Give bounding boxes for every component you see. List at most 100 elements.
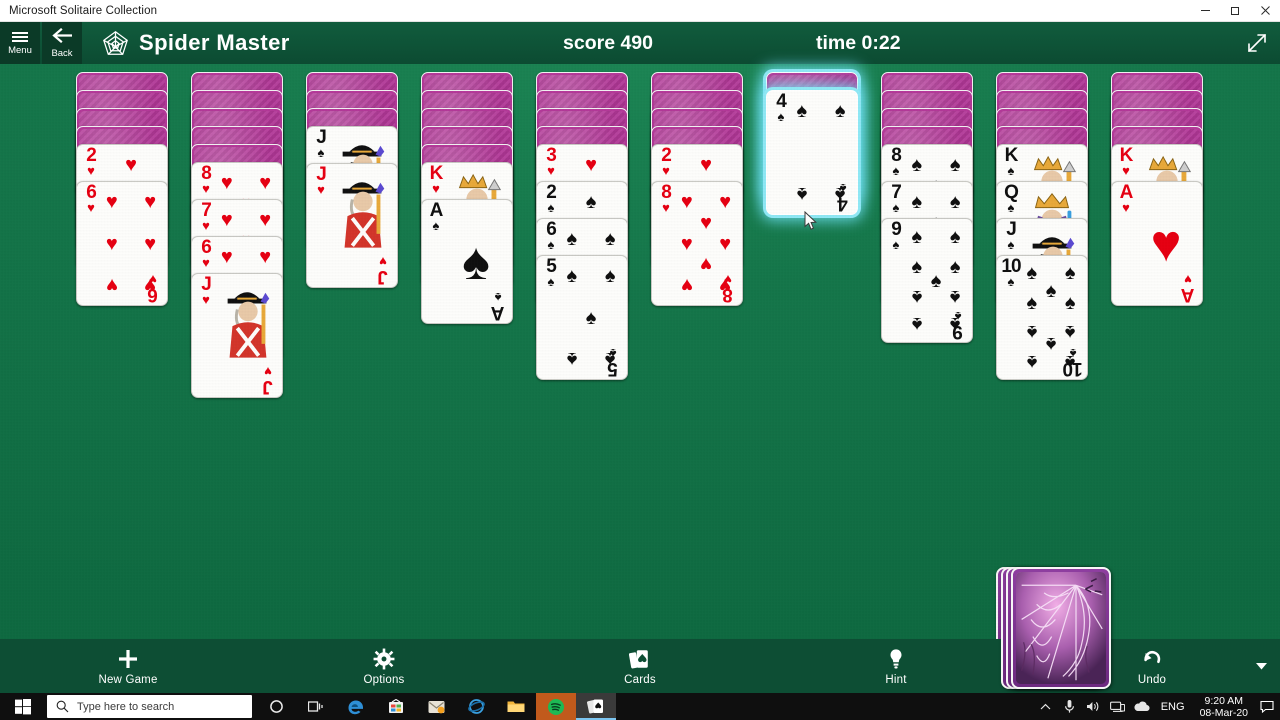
undo-arrow-icon [1141,647,1163,671]
card-rank-index: 9 ♠ [891,219,902,252]
card-rank-index: J ♥ [316,164,327,197]
card-rank-index: K ♥ [429,163,444,196]
chevron-down-icon[interactable] [1248,639,1274,693]
taskbar-app-list [256,693,616,720]
close-button[interactable] [1250,0,1280,22]
gear-icon [373,647,395,671]
system-tray: ENG 9:20 AM 08-Mar-20 [1034,693,1280,720]
start-button[interactable] [0,693,46,720]
card-rank-index: 8 ♠ [891,145,902,178]
cards-button[interactable]: Cards [512,639,768,693]
window-title-bar: Microsoft Solitaire Collection [0,0,1280,22]
options-button-label: Options [363,673,405,686]
card-rank-index: 6 ♥ [86,182,97,215]
game-table[interactable]: 2♥♥♥ 6♥♥♥♥♥♥♥ 6♥ 8♥♥♥♥♥♥♥♥♥ 7♥♥♥♥♥♥♥♥ 6♥… [0,64,1280,689]
options-button[interactable]: Options [256,639,512,693]
playing-card[interactable]: A ♥ ♥ A ♥ [1111,181,1203,306]
card-rank-index: 6 ♥ [201,237,212,270]
task-view-icon[interactable] [296,693,336,720]
stock-card[interactable] [1011,567,1111,689]
card-rank-index-bottom: A ♥ [1181,272,1195,305]
card-rank-index: 3 ♥ [546,145,557,178]
expand-fullscreen-button[interactable] [1242,28,1272,58]
clock-date: 08-Mar-20 [1199,706,1248,719]
lightbulb-icon [885,647,907,671]
windows-logo-icon [15,698,31,714]
card-rank-index: 10 ♠ [1001,256,1021,289]
playing-card[interactable]: J ♥ J ♥ [306,163,398,288]
search-icon [56,700,69,713]
card-rank-index-bottom: 8 ♥ [723,272,733,305]
score-display: score 490 [563,32,653,54]
playing-card[interactable]: 6 ♥ ♥ ♥ ♥ ♥ ♥ ♥ 6 ♥ [76,181,168,306]
undo-button-label: Undo [1137,673,1167,686]
card-rank-index: 2 ♥ [661,145,672,178]
mail-icon[interactable] [416,693,456,720]
card-rank-index: 4 ♠ [776,91,787,124]
action-center-icon[interactable] [1256,693,1278,720]
card-rank-index: 8 ♥ [201,163,212,196]
plus-icon [117,647,139,671]
card-rank-index-bottom: J ♥ [378,254,388,287]
cards-button-label: Cards [624,673,656,686]
language-indicator[interactable]: ENG [1154,693,1192,720]
card-rank-index: 8 ♥ [661,182,672,215]
playing-card[interactable]: A ♠ ♠ A ♠ [421,199,513,324]
new-game-button[interactable]: New Game [0,639,256,693]
window-title: Microsoft Solitaire Collection [9,4,158,17]
card-rank-index-bottom: 4 ♠ [838,181,848,214]
playing-card[interactable]: 10 ♠ ♠ ♠ ♠ ♠ ♠ ♠ ♠ ♠ ♠ ♠ 10 ♠ [996,255,1088,380]
spider-web-card-back [1016,572,1106,684]
cards-icon [629,647,651,671]
playing-card[interactable]: 8 ♥ ♥ ♥ ♥ ♥ ♥ ♥ ♥ ♥ 8 ♥ [651,181,743,306]
microphone-icon[interactable] [1058,693,1082,720]
show-hidden-icons-button[interactable] [1034,693,1058,720]
spider-web-icon [102,30,129,57]
hint-button[interactable]: Hint [768,639,1024,693]
card-rank-index: 2 ♥ [86,145,97,178]
minimize-button[interactable] [1190,0,1220,22]
card-rank-index: 6 ♠ [546,219,557,252]
time-display: time 0:22 [816,32,901,54]
solitaire-icon[interactable] [576,693,616,720]
internet-explorer-icon[interactable] [456,693,496,720]
playing-card[interactable]: 5 ♠ ♠ ♠ ♠ ♠ ♠ 5 ♠ [536,255,628,380]
card-rank-index: J ♠ [316,127,327,160]
back-arrow-icon [52,27,73,47]
onedrive-icon[interactable] [1130,693,1154,720]
back-button[interactable]: Back [42,22,82,64]
network-icon[interactable] [1106,693,1130,720]
search-input[interactable]: Type here to search [47,695,252,718]
clock-time: 9:20 AM [1204,694,1244,707]
card-rank-index: K ♥ [1119,145,1134,178]
card-rank-index: 5 ♠ [546,256,557,289]
card-rank-index-bottom: 10 ♠ [1063,346,1083,379]
solitaire-app-window: Microsoft Solitaire Collection Menu Back [0,0,1280,720]
card-rank-index-bottom: 6 ♥ [148,272,158,305]
taskbar-clock[interactable]: 9:20 AM 08-Mar-20 [1192,693,1256,720]
card-rank-index: J ♠ [1006,219,1017,252]
playing-card[interactable]: 4 ♠ ♠ ♠ ♠ ♠ 4 ♠ [766,90,858,215]
stock-pile[interactable] [996,567,1111,692]
window-controls [1190,0,1280,22]
file-explorer-icon[interactable] [496,693,536,720]
card-rank-index: 2 ♠ [546,182,557,215]
card-rank-index: 7 ♠ [891,182,902,215]
card-rank-index: A ♥ [1119,182,1134,215]
spotify-icon[interactable] [536,693,576,720]
cortana-icon[interactable] [256,693,296,720]
card-rank-index: Q ♠ [1004,182,1019,215]
menu-button[interactable]: Menu [0,22,40,64]
hint-button-label: Hint [885,673,907,686]
hamburger-icon [12,30,28,44]
new-game-button-label: New Game [98,673,158,686]
card-rank-index: J ♥ [201,274,212,307]
playing-card[interactable]: J ♥ J ♥ [191,273,283,398]
search-placeholder: Type here to search [77,700,175,713]
restore-button[interactable] [1220,0,1250,22]
microsoft-store-icon[interactable] [376,693,416,720]
playing-card[interactable]: 9 ♠ ♠ ♠ ♠ ♠ ♠ ♠ ♠ ♠ ♠ 9 ♠ [881,218,973,343]
game-title: Spider Master [139,30,290,55]
microsoft-edge-icon[interactable] [336,693,376,720]
volume-icon[interactable] [1082,693,1106,720]
